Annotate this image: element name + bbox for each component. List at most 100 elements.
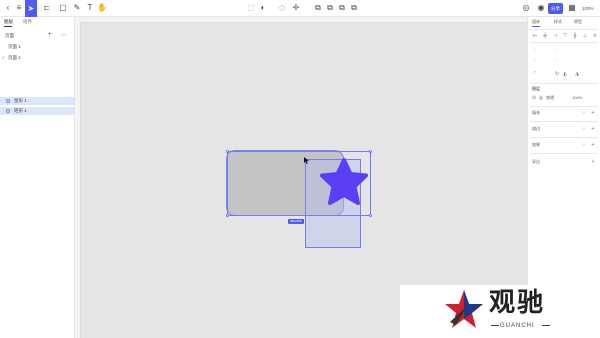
width-field-icon[interactable]: ·: [532, 58, 538, 64]
align-middle-icon[interactable]: ╫: [572, 33, 578, 39]
blend-mode-icon[interactable]: ⊙: [531, 95, 537, 101]
rotation-icon[interactable]: ↻: [554, 71, 560, 77]
boolean-exclude-icon[interactable]: ⧉: [348, 2, 360, 14]
export-add-icon[interactable]: +: [590, 159, 596, 165]
watermark-title: 观驰: [489, 288, 546, 318]
resize-handle-tl[interactable]: [226, 150, 229, 153]
layer-row-rect[interactable]: 矩形 1: [0, 107, 74, 115]
tab-layers[interactable]: 图层: [4, 19, 13, 25]
page-item-2[interactable]: 页面 2: [8, 55, 21, 61]
move-tool-icon[interactable]: ➤: [25, 0, 37, 17]
horizontal-ruler[interactable]: · · · · · · · · · · · · · · · · · · · · · ·: [75, 17, 527, 23]
ruler-tick: ·: [263, 18, 264, 21]
ruler-tick: ·: [483, 18, 484, 21]
rectangle-tool-icon[interactable]: ▢: [57, 2, 69, 14]
menu-icon[interactable]: ≡: [13, 2, 25, 14]
ruler-tick: ·: [363, 18, 364, 21]
ruler-tick: ·: [303, 18, 304, 21]
resize-handle-br[interactable]: [369, 214, 372, 217]
fill-style-icon[interactable]: ⁘: [581, 110, 587, 116]
ruler-tick: ·: [443, 18, 444, 21]
layer-section-title: 图层: [532, 86, 540, 91]
corner-radius-icon[interactable]: ⌜: [532, 71, 538, 77]
share-button[interactable]: 分享: [548, 3, 563, 14]
layer-star-icon: [6, 99, 10, 103]
ruler-tick: ·: [83, 18, 84, 21]
page-item-1[interactable]: 页面 1: [8, 44, 21, 50]
y-field-icon[interactable]: ·: [554, 47, 560, 53]
ruler-tick: ·: [503, 18, 504, 21]
component-icon[interactable]: ⬚: [245, 2, 257, 14]
watermark-rule-right: [542, 325, 550, 326]
top-toolbar: ‹ ≡ ➤ ⊏ ▢ ✎ T ✋ ⬚ ◐ ◇ ✢ ⧉ ⧉ ⧉ ⧉ ◎ ◉ 分享 ▦…: [0, 0, 600, 17]
ruler-tick: ·: [183, 18, 184, 21]
tab-underline: [4, 26, 12, 27]
stroke-add-icon[interactable]: +: [590, 126, 596, 132]
layer-row-star[interactable]: 星形 1: [0, 97, 74, 105]
boolean-union-icon[interactable]: ⧉: [312, 2, 324, 14]
frame-tool-icon[interactable]: ⊏: [41, 2, 53, 14]
tab-underline: [532, 26, 540, 27]
layer-label: 星形 1: [14, 98, 27, 103]
tab-components[interactable]: 组件: [23, 19, 32, 25]
align-left-icon[interactable]: ⊢: [532, 33, 538, 39]
zoom-level[interactable]: 100%: [582, 3, 594, 14]
effects-section[interactable]: 效果: [532, 142, 540, 148]
hand-tool-icon[interactable]: ✋: [96, 2, 108, 14]
divider: [530, 153, 598, 154]
watermark-rule-left: [491, 325, 499, 326]
boolean-subtract-icon[interactable]: ⧉: [324, 2, 336, 14]
fill-section[interactable]: 填充: [532, 110, 540, 116]
collapse-icon[interactable]: ▭: [61, 32, 66, 38]
effects-style-icon[interactable]: ⁘: [581, 142, 587, 148]
export-section[interactable]: 导出: [532, 159, 540, 165]
layer-rect-icon: [6, 109, 10, 113]
layer-label: 矩形 1: [14, 108, 27, 113]
align-icon[interactable]: ✢: [290, 2, 302, 14]
flip-horizontal-icon[interactable]: ◭: [562, 71, 568, 77]
ruler-tick: ·: [423, 18, 424, 21]
resize-handle-tr[interactable]: [369, 150, 372, 153]
boolean-intersect-icon[interactable]: ⧉: [336, 2, 348, 14]
tab-prototype[interactable]: 原型: [574, 19, 582, 25]
ruler-tick: ·: [383, 18, 384, 21]
align-bottom-icon[interactable]: ⊥: [582, 33, 588, 39]
visibility-icon[interactable]: ◎: [538, 95, 544, 101]
effects-add-icon[interactable]: +: [590, 142, 596, 148]
stroke-section[interactable]: 描边: [532, 126, 540, 132]
size-label: 456x256: [288, 219, 304, 224]
left-panel: 图层 组件 页面 + ▭ 页面 1 ✓ 页面 2 星形 1 矩形 1: [0, 17, 75, 338]
opacity-value[interactable]: 100%: [572, 95, 582, 101]
flip-vertical-icon[interactable]: ◮: [574, 71, 580, 77]
ruler-tick: ·: [283, 18, 284, 21]
align-right-icon[interactable]: ⊣: [552, 33, 558, 39]
preview-icon[interactable]: ◉: [535, 2, 547, 14]
align-top-icon[interactable]: ⊤: [562, 33, 568, 39]
grid-icon[interactable]: ▦: [566, 2, 578, 14]
resize-handle-bl[interactable]: [226, 214, 229, 217]
ruler-tick: ·: [203, 18, 204, 21]
pen-edit-icon[interactable]: ◇: [276, 2, 288, 14]
pen-tool-icon[interactable]: ✎: [71, 2, 83, 14]
x-field-icon[interactable]: ·: [532, 47, 538, 53]
tab-design[interactable]: 设计: [532, 19, 540, 25]
tab-style[interactable]: 样式: [554, 19, 562, 25]
distribute-icon[interactable]: ≡: [592, 33, 598, 39]
play-icon[interactable]: ◎: [520, 2, 532, 14]
blend-mode-value[interactable]: 穿透: [546, 95, 554, 101]
fill-add-icon[interactable]: +: [590, 110, 596, 116]
selection-box[interactable]: [226, 150, 372, 217]
ruler-tick: ·: [143, 18, 144, 21]
add-page-icon[interactable]: +: [48, 32, 52, 38]
mask-icon[interactable]: ◐: [257, 2, 269, 14]
stroke-style-icon[interactable]: ⁘: [581, 126, 587, 132]
ruler-tick: ·: [243, 18, 244, 21]
ruler-tick: ·: [103, 18, 104, 21]
vertical-ruler[interactable]: [75, 22, 81, 338]
divider: [530, 106, 598, 107]
text-tool-icon[interactable]: T: [84, 2, 96, 14]
divider: [530, 29, 598, 30]
align-center-icon[interactable]: ╪: [542, 33, 548, 39]
height-field-icon[interactable]: ·: [554, 58, 560, 64]
ruler-tick: ·: [403, 18, 404, 21]
